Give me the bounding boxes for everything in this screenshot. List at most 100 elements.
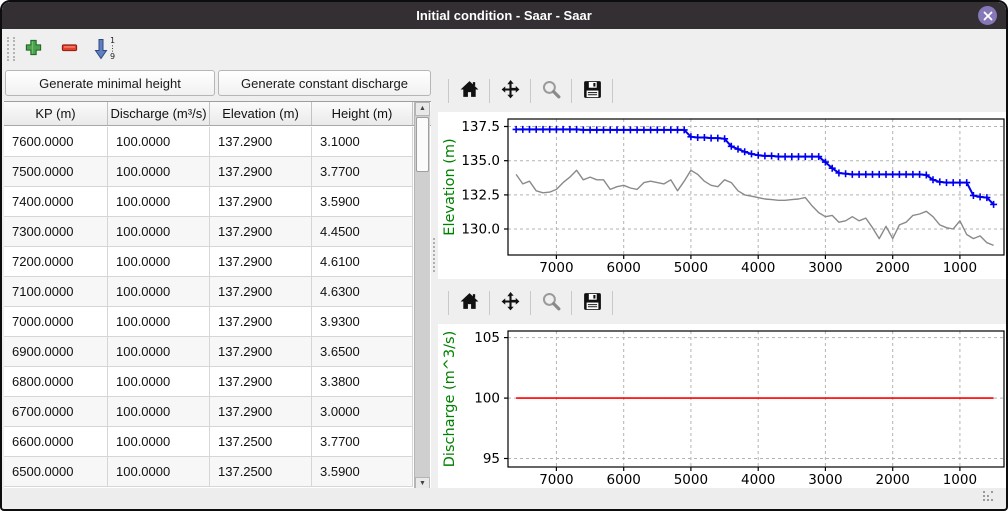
table-cell[interactable]: 7400.0000 xyxy=(4,187,108,216)
save-button[interactable] xyxy=(578,77,606,105)
table-cell[interactable]: 100.0000 xyxy=(108,277,210,306)
table-row[interactable]: 6900.0000100.0000137.29003.6500 xyxy=(4,337,413,367)
x-tick-label: 3000 xyxy=(808,472,842,488)
y-tick-label: 105 xyxy=(474,330,500,346)
table-row[interactable]: 7500.0000100.0000137.29003.7700 xyxy=(4,157,413,187)
zoom-button-2[interactable] xyxy=(537,289,565,317)
table-cell[interactable]: 3.5900 xyxy=(312,187,413,216)
scrollbar-up-arrow[interactable]: ▲ xyxy=(415,102,430,116)
column-header-height[interactable]: Height (m) xyxy=(312,102,413,125)
table-cell[interactable]: 7200.0000 xyxy=(4,247,108,276)
table-cell[interactable]: 3.6500 xyxy=(312,337,413,366)
table-cell[interactable]: 6700.0000 xyxy=(4,397,108,426)
table-row[interactable]: 7000.0000100.0000137.29003.9300 xyxy=(4,307,413,337)
table-row[interactable]: 7200.0000100.0000137.29004.6100 xyxy=(4,247,413,277)
save-button-2[interactable] xyxy=(578,289,606,317)
add-row-button[interactable] xyxy=(19,35,47,63)
table-cell[interactable]: 100.0000 xyxy=(108,457,210,486)
table-row[interactable]: 6600.0000100.0000137.25003.7700 xyxy=(4,427,413,457)
table-cell[interactable]: 100.0000 xyxy=(108,367,210,396)
table-cell[interactable]: 137.2900 xyxy=(210,157,312,186)
delete-row-button[interactable] xyxy=(55,35,83,63)
y-tick-label: 135.0 xyxy=(461,153,500,169)
table-cell[interactable]: 7500.0000 xyxy=(4,157,108,186)
generate-minimal-height-button[interactable]: Generate minimal height xyxy=(5,70,215,96)
table-cell[interactable]: 3.1000 xyxy=(312,127,413,156)
table-cell[interactable]: 137.2900 xyxy=(210,307,312,336)
elevation-plot-canvas[interactable]: 7000600050004000300020001000137.5135.013… xyxy=(438,112,1008,279)
table-cell[interactable]: 6900.0000 xyxy=(4,337,108,366)
table-cell[interactable]: 100.0000 xyxy=(108,157,210,186)
zoom-button[interactable] xyxy=(537,77,565,105)
table-cell[interactable]: 100.0000 xyxy=(108,127,210,156)
home-button-2[interactable] xyxy=(455,289,483,317)
table-cell[interactable]: 100.0000 xyxy=(108,337,210,366)
x-tick-label: 7000 xyxy=(539,472,573,488)
column-header-kp[interactable]: KP (m) xyxy=(4,102,108,125)
table-row[interactable]: 7300.0000100.0000137.29004.4500 xyxy=(4,217,413,247)
table-cell[interactable]: 7600.0000 xyxy=(4,127,108,156)
table-cell[interactable]: 7100.0000 xyxy=(4,277,108,306)
table-cell[interactable]: 137.2900 xyxy=(210,217,312,246)
table-cell[interactable]: 100.0000 xyxy=(108,247,210,276)
table-cell[interactable]: 3.0000 xyxy=(312,397,413,426)
table-cell[interactable]: 137.2900 xyxy=(210,397,312,426)
table-cell[interactable]: 3.7700 xyxy=(312,157,413,186)
table-cell[interactable]: 137.2500 xyxy=(210,427,312,456)
window-resize-grip[interactable] xyxy=(991,491,1003,503)
table-cell[interactable]: 3.9300 xyxy=(312,307,413,336)
generate-constant-discharge-button[interactable]: Generate constant discharge xyxy=(218,70,431,96)
table-row[interactable]: 6500.0000100.0000137.25003.5900 xyxy=(4,457,413,487)
table-cell[interactable]: 137.2500 xyxy=(210,457,312,486)
table-cell[interactable]: 137.2900 xyxy=(210,127,312,156)
table-cell[interactable]: 7300.0000 xyxy=(4,217,108,246)
table-cell[interactable]: 6500.0000 xyxy=(4,457,108,486)
column-header-discharge[interactable]: Discharge (m³/s) xyxy=(108,102,210,125)
table-cell[interactable]: 4.6300 xyxy=(312,277,413,306)
table-cell[interactable]: 100.0000 xyxy=(108,307,210,336)
table-cell[interactable]: 4.4500 xyxy=(312,217,413,246)
toolbar-drag-handle[interactable] xyxy=(7,37,15,61)
table-cell[interactable]: 100.0000 xyxy=(108,187,210,216)
table-row[interactable]: 7100.0000100.0000137.29004.6300 xyxy=(4,277,413,307)
table-cell[interactable]: 4.6100 xyxy=(312,247,413,276)
home-icon xyxy=(459,79,480,103)
home-button[interactable] xyxy=(455,77,483,105)
close-button[interactable] xyxy=(978,6,997,25)
x-tick-label: 4000 xyxy=(741,472,775,488)
pan-button-2[interactable] xyxy=(496,289,524,317)
y-tick-label: 130.0 xyxy=(461,222,500,238)
table-cell[interactable]: 6600.0000 xyxy=(4,427,108,456)
table-cell[interactable]: 137.2900 xyxy=(210,277,312,306)
magnifier-icon xyxy=(541,291,562,315)
initial-condition-table: KP (m) Discharge (m³/s) Elevation (m) He… xyxy=(4,101,431,490)
table-row[interactable]: 6700.0000100.0000137.29003.0000 xyxy=(4,397,413,427)
table-cell[interactable]: 137.2900 xyxy=(210,247,312,276)
sort-rows-button[interactable]: 1⋮9 xyxy=(91,35,119,63)
table-body: 7600.0000100.0000137.29003.10007500.0000… xyxy=(4,127,413,491)
status-strip xyxy=(4,488,1008,507)
table-cell[interactable]: 137.2900 xyxy=(210,187,312,216)
table-cell[interactable]: 100.0000 xyxy=(108,397,210,426)
table-row[interactable]: 7400.0000100.0000137.29003.5900 xyxy=(4,187,413,217)
discharge-plot-toolbar xyxy=(442,286,619,320)
table-cell[interactable]: 137.2900 xyxy=(210,367,312,396)
table-cell[interactable]: 137.2900 xyxy=(210,337,312,366)
table-scrollbar[interactable]: ▲ ▼ xyxy=(414,102,430,491)
column-header-elevation[interactable]: Elevation (m) xyxy=(210,102,312,125)
table-cell[interactable]: 3.3800 xyxy=(312,367,413,396)
pan-move-icon xyxy=(500,79,521,103)
table-cell[interactable]: 100.0000 xyxy=(108,427,210,456)
table-row[interactable]: 7600.0000100.0000137.29003.1000 xyxy=(4,127,413,157)
table-cell[interactable]: 6800.0000 xyxy=(4,367,108,396)
table-cell[interactable]: 7000.0000 xyxy=(4,307,108,336)
pan-button[interactable] xyxy=(496,77,524,105)
table-cell[interactable]: 3.5900 xyxy=(312,457,413,486)
table-row[interactable]: 6800.0000100.0000137.29003.3800 xyxy=(4,367,413,397)
floppy-save-icon xyxy=(582,291,603,315)
scrollbar-thumb[interactable] xyxy=(416,117,429,172)
discharge-plot-canvas[interactable]: 700060005000400030002000100010510095Disc… xyxy=(438,324,1008,491)
app-toolbar: 1⋮9 xyxy=(4,32,434,66)
table-cell[interactable]: 3.7700 xyxy=(312,427,413,456)
table-cell[interactable]: 100.0000 xyxy=(108,217,210,246)
